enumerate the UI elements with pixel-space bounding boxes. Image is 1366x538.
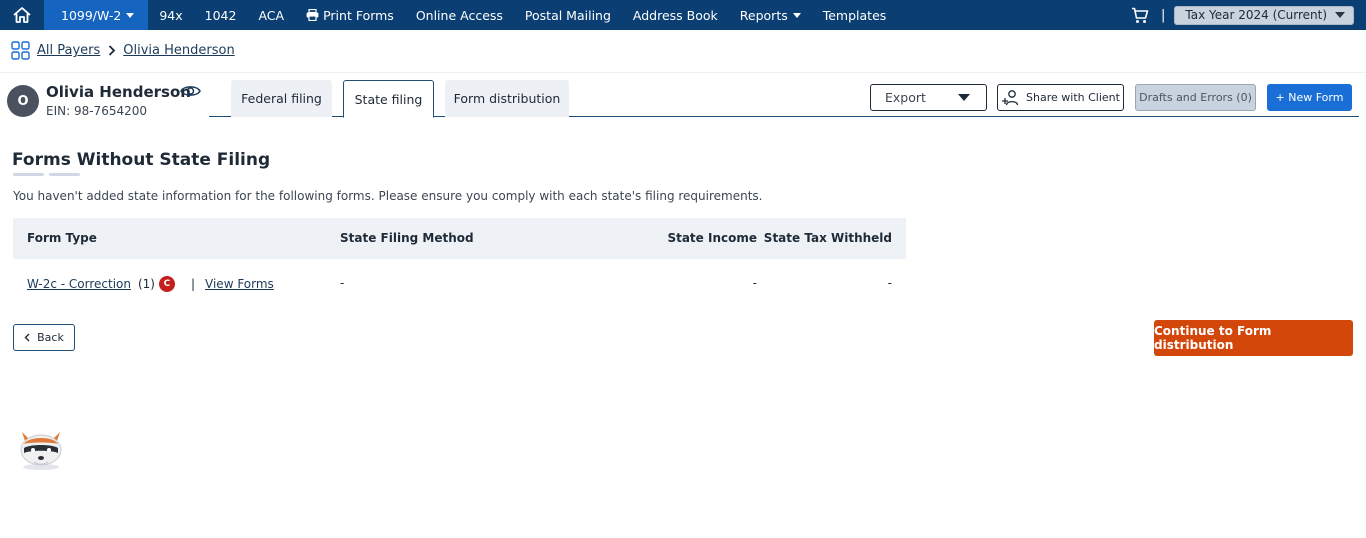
home-icon [13,7,31,23]
chevron-down-icon [792,12,801,18]
tax-year-select[interactable]: Tax Year 2024 (Current) [1174,5,1354,25]
continue-button[interactable]: Continue to Form distribution [1154,320,1353,356]
form-count: (1) [137,277,155,291]
nav-reports-label: Reports [739,7,788,23]
export-dropdown[interactable]: Export [870,84,987,111]
cart-icon[interactable] [1131,7,1149,24]
column-header-state-income: State Income [667,231,757,245]
avatar: O [7,85,39,117]
share-label: Share with Client [1026,91,1120,104]
back-label: Back [37,331,64,344]
top-nav: 1099/W-2 94x 1042 ACA Print Forms Online… [0,0,1366,30]
state-tax-withheld-cell: - [887,276,892,290]
tab-form-distribution[interactable]: Form distribution [445,80,569,117]
nav-separator: | [1160,7,1166,23]
raccoon-mascot-icon[interactable] [16,422,66,476]
grid-icon[interactable] [11,41,30,60]
nav-print-forms-label: Print Forms [323,7,394,23]
nav-1099-w2-label: 1099/W-2 [61,7,122,23]
nav-templates[interactable]: Templates [812,0,898,30]
column-header-state-filing-method: State Filing Method [340,231,474,245]
divider [0,72,1366,73]
form-type-cell: W-2c - Correction (1) C | View Forms [27,276,274,292]
breadcrumb: All Payers Olivia Henderson [11,41,235,60]
nav-address-book[interactable]: Address Book [622,0,729,30]
correction-badge: C [158,276,175,292]
chevron-left-icon [24,333,30,342]
separator: | [190,277,196,291]
breadcrumb-all-payers[interactable]: All Payers [37,43,100,58]
table-row: W-2c - Correction (1) C | View Forms - -… [13,270,906,296]
nav-print-forms[interactable]: Print Forms [295,0,405,30]
section-description: You haven't added state information for … [13,189,763,203]
table-header: Form Type State Filing Method State Inco… [13,218,906,259]
breadcrumb-current-payer[interactable]: Olivia Henderson [123,43,234,58]
new-form-button[interactable]: + New Form [1267,84,1352,111]
nav-1099-w2[interactable]: 1099/W-2 [44,0,149,30]
payer-name: Olivia Henderson [46,83,191,101]
nav-aca[interactable]: ACA [247,0,295,30]
nav-postal-mailing[interactable]: Postal Mailing [514,0,622,30]
column-header-state-tax-withheld: State Tax Withheld [763,231,892,245]
state-income-cell: - [752,276,757,290]
nav-reports[interactable]: Reports [729,0,812,30]
chevron-down-icon [958,94,970,101]
add-user-icon [1002,90,1019,106]
tab-federal-filing[interactable]: Federal filing [231,80,332,117]
tax-year-label: Tax Year 2024 (Current) [1185,8,1327,22]
title-decoration [13,173,44,176]
title-decoration [49,173,80,176]
payer-ein: EIN: 98-7654200 [46,104,147,118]
export-label: Export [885,90,926,105]
eye-icon[interactable] [180,84,201,98]
tab-state-filing[interactable]: State filing [343,80,434,118]
chevron-down-icon [126,12,135,18]
printer-icon [306,9,319,21]
home-button[interactable] [0,0,44,30]
section-title: Forms Without State Filing [12,150,271,170]
drafts-and-errors-button[interactable]: Drafts and Errors (0) [1135,84,1256,111]
nav-94x[interactable]: 94x [148,0,193,30]
nav-1042[interactable]: 1042 [194,0,248,30]
view-forms-link[interactable]: View Forms [205,277,274,291]
state-filing-method-cell: - [340,276,345,290]
column-header-form-type: Form Type [27,231,97,245]
back-button[interactable]: Back [13,324,75,351]
nav-online-access[interactable]: Online Access [405,0,514,30]
form-type-link[interactable]: W-2c - Correction [27,277,131,291]
chevron-right-icon [108,45,116,56]
share-with-client-button[interactable]: Share with Client [997,84,1124,111]
chevron-down-icon [1335,12,1345,18]
